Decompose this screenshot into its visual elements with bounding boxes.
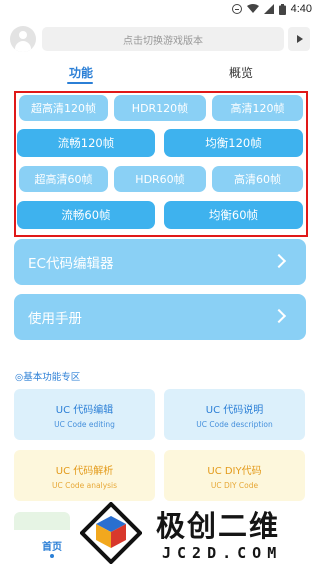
search-placeholder: 点击切换游戏版本 (123, 35, 203, 47)
top-bar: 点击切换游戏版本 (10, 26, 310, 52)
fps-button[interactable]: 高清120帧 (212, 95, 303, 121)
feature-title: UC 代码说明 (205, 404, 264, 416)
chevron-right-icon (271, 308, 287, 324)
fps-button[interactable]: 超高清120帧 (19, 95, 108, 121)
feature-card-code-description[interactable]: UC 代码说明 UC Code description (164, 389, 305, 440)
fps-button[interactable]: HDR60帧 (114, 166, 206, 192)
feature-subtitle: UC DIY Code (210, 480, 259, 490)
tab-features[interactable]: 功能 (69, 64, 93, 81)
watermark-title: 极创二维 (156, 509, 281, 543)
wifi-icon (246, 4, 259, 13)
game-version-search[interactable]: 点击切换游戏版本 (42, 27, 284, 51)
user-manual-card[interactable]: 使用手册 (14, 294, 306, 340)
fps-button[interactable]: 均衡60帧 (164, 201, 303, 229)
watermark-domain: JC2D.COM (162, 544, 283, 562)
fps-button[interactable]: 超高清60帧 (19, 166, 108, 192)
feature-subtitle: UC Code description (196, 419, 273, 429)
do-not-disturb-icon (231, 4, 242, 14)
avatar[interactable] (10, 26, 36, 52)
user-manual-label: 使用手册 (28, 311, 82, 327)
tab-overview[interactable]: 概览 (229, 64, 253, 81)
watermark: 极创二维 JC2D.COM (68, 498, 320, 568)
status-icons: 4:40 (231, 3, 312, 15)
status-time: 4:40 (290, 3, 312, 15)
fps-button[interactable]: 流畅60帧 (17, 201, 155, 229)
section-title: ◎基本功能专区 (15, 372, 81, 383)
feature-card-code-analysis[interactable]: UC 代码解析 UC Code analysis (14, 450, 155, 501)
partial-card (14, 512, 70, 530)
feature-subtitle: UC Code analysis (51, 480, 118, 490)
fps-button[interactable]: HDR120帧 (114, 95, 206, 121)
feature-title: UC DIY代码 (207, 465, 262, 477)
feature-card-diy-code[interactable]: UC DIY代码 UC DIY Code (164, 450, 305, 501)
ec-code-editor-card[interactable]: EC代码编辑器 (14, 239, 306, 285)
fps-button[interactable]: 高清60帧 (212, 166, 303, 192)
nav-home[interactable]: 首页 (42, 538, 62, 553)
fps-button[interactable]: 均衡120帧 (164, 129, 303, 157)
play-button[interactable] (288, 27, 310, 51)
ec-code-editor-label: EC代码编辑器 (28, 256, 114, 272)
feature-card-code-editing[interactable]: UC 代码编辑 UC Code editing (14, 389, 155, 440)
status-bar: 4:40 (0, 0, 320, 20)
play-icon (297, 35, 303, 43)
fps-button[interactable]: 流畅120帧 (17, 129, 155, 157)
feature-title: UC 代码编辑 (55, 404, 114, 416)
feature-title: UC 代码解析 (55, 465, 114, 477)
cube-logo-icon (80, 502, 142, 564)
tab-indicator (67, 82, 93, 84)
signal-icon (263, 4, 274, 14)
battery-icon (278, 3, 286, 15)
chevron-right-icon (271, 253, 287, 269)
feature-subtitle: UC Code editing (54, 419, 115, 429)
tab-bar: 功能 概览 (0, 60, 320, 90)
nav-active-dot (50, 554, 54, 558)
